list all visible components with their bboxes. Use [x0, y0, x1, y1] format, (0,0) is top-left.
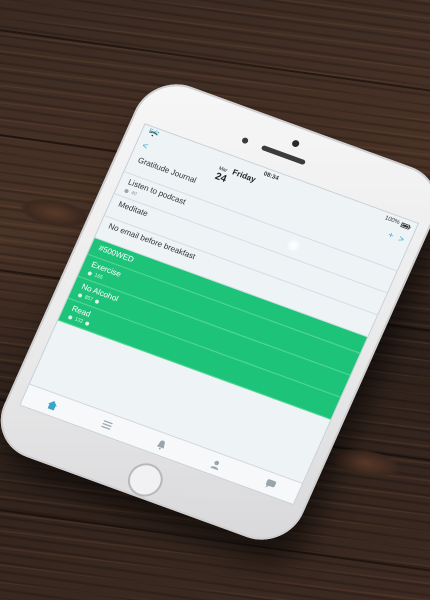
- tab-chat[interactable]: [261, 476, 279, 492]
- front-camera: [290, 139, 301, 148]
- proximity-sensor: [241, 136, 250, 145]
- check-icon: [94, 299, 100, 305]
- earpiece-speaker: [260, 144, 307, 166]
- phone-screen: 08:34 100% Edit < Mar 24 Friday + > Grat…: [19, 123, 420, 506]
- chat-icon: [264, 478, 276, 487]
- wood-knot: [328, 444, 402, 482]
- back-button[interactable]: <: [141, 140, 150, 151]
- habit-list: Gratitude Journal Listen to podcast 40 M…: [57, 150, 407, 420]
- battery-icon: [400, 221, 412, 230]
- list-icon: [100, 419, 113, 430]
- tab-home[interactable]: [43, 397, 61, 413]
- streak-icon: [67, 314, 73, 320]
- tab-profile[interactable]: [207, 456, 225, 472]
- forward-icon[interactable]: >: [397, 234, 406, 245]
- streak-icon: [123, 188, 130, 194]
- home-button[interactable]: [122, 458, 169, 502]
- home-icon: [47, 400, 57, 410]
- tab-bar: [20, 383, 303, 504]
- habit-streak-count: 132: [73, 316, 85, 325]
- streak-icon: [87, 270, 93, 277]
- tab-notifications[interactable]: [152, 436, 170, 452]
- habit-streak-count: 165: [93, 272, 104, 281]
- streak-icon: [77, 292, 83, 298]
- wood-plank-seam: [0, 23, 430, 99]
- tab-list[interactable]: [98, 416, 116, 432]
- profile-icon: [209, 460, 219, 470]
- bell-icon: [156, 439, 165, 449]
- check-icon: [84, 321, 91, 327]
- wood-knot: [18, 194, 92, 232]
- habit-streak-count: 40: [129, 190, 138, 198]
- add-icon[interactable]: +: [386, 230, 395, 241]
- habit-streak-count: 857: [83, 294, 94, 303]
